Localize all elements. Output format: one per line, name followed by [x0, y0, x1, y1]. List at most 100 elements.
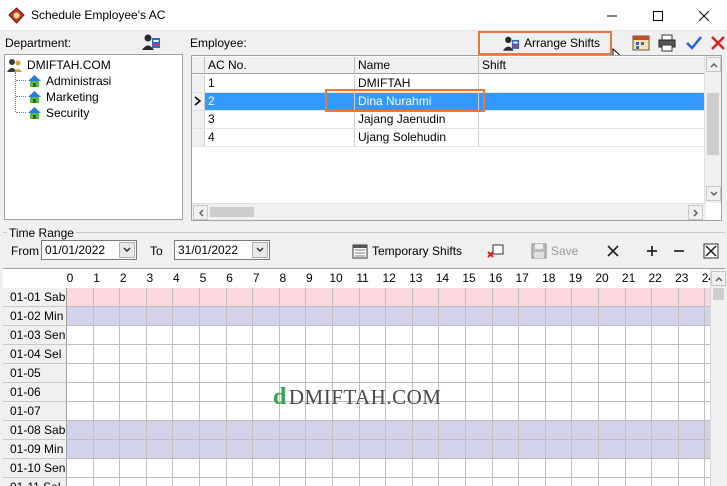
schedule-cell[interactable]	[572, 307, 599, 326]
schedule-cell[interactable]	[173, 421, 200, 440]
schedule-cell[interactable]	[67, 307, 94, 326]
schedule-cell[interactable]	[679, 288, 706, 307]
schedule-icon[interactable]	[632, 34, 650, 52]
column-header-ac-no[interactable]: AC No.	[205, 57, 355, 74]
schedule-cell[interactable]	[253, 459, 280, 478]
schedule-cell[interactable]	[386, 364, 413, 383]
schedule-cell[interactable]	[386, 345, 413, 364]
schedule-cell[interactable]	[413, 345, 440, 364]
schedule-row[interactable]: 01-02 Min	[3, 307, 710, 326]
clear-all-button[interactable]	[703, 242, 719, 260]
schedule-cells[interactable]	[67, 478, 710, 486]
schedule-cells[interactable]	[67, 307, 710, 326]
printer-icon[interactable]	[658, 34, 676, 52]
schedule-cell[interactable]	[572, 440, 599, 459]
schedule-cell[interactable]	[227, 440, 254, 459]
schedule-cell[interactable]	[227, 421, 254, 440]
schedule-cell[interactable]	[439, 459, 466, 478]
schedule-cell[interactable]	[546, 440, 573, 459]
schedule-cell[interactable]	[599, 459, 626, 478]
schedule-cell[interactable]	[94, 364, 121, 383]
schedule-cell[interactable]	[147, 345, 174, 364]
schedule-row[interactable]: 01-09 Min	[3, 440, 710, 459]
schedule-cell[interactable]	[120, 307, 147, 326]
scroll-down-button[interactable]	[706, 186, 721, 201]
schedule-cell[interactable]	[679, 383, 706, 402]
scroll-left-button[interactable]	[193, 205, 208, 220]
schedule-cell[interactable]	[280, 364, 307, 383]
schedule-cell[interactable]	[546, 459, 573, 478]
schedule-cell[interactable]	[439, 440, 466, 459]
schedule-cell[interactable]	[360, 440, 387, 459]
schedule-cell[interactable]	[413, 478, 440, 486]
schedule-cell[interactable]	[572, 326, 599, 345]
schedule-cell[interactable]	[227, 326, 254, 345]
clear-button[interactable]	[606, 242, 620, 260]
schedule-cell[interactable]	[200, 364, 227, 383]
schedule-cell[interactable]	[94, 402, 121, 421]
schedule-cell[interactable]	[306, 364, 333, 383]
schedule-cell[interactable]	[280, 307, 307, 326]
schedule-cell[interactable]	[200, 345, 227, 364]
schedule-cell[interactable]	[626, 364, 653, 383]
schedule-cell[interactable]	[386, 459, 413, 478]
column-header-shift[interactable]: Shift	[479, 57, 705, 74]
schedule-cell[interactable]	[173, 440, 200, 459]
schedule-cell[interactable]	[466, 326, 493, 345]
schedule-cell[interactable]	[200, 478, 227, 486]
schedule-cell[interactable]	[333, 307, 360, 326]
schedule-cell[interactable]	[227, 478, 254, 486]
from-dropdown-button[interactable]	[119, 242, 135, 258]
schedule-cell[interactable]	[147, 307, 174, 326]
schedule-cell[interactable]	[386, 326, 413, 345]
schedule-cell[interactable]	[120, 326, 147, 345]
schedule-cell[interactable]	[679, 364, 706, 383]
schedule-cell[interactable]	[413, 307, 440, 326]
schedule-cell[interactable]	[493, 459, 520, 478]
schedule-cell[interactable]	[493, 364, 520, 383]
schedule-cell[interactable]	[67, 402, 94, 421]
schedule-cell[interactable]	[493, 307, 520, 326]
schedule-cell[interactable]	[306, 440, 333, 459]
schedule-cell[interactable]	[147, 383, 174, 402]
schedule-cell[interactable]	[253, 326, 280, 345]
schedule-cell[interactable]	[360, 307, 387, 326]
schedule-cell[interactable]	[599, 288, 626, 307]
schedule-cell[interactable]	[280, 440, 307, 459]
schedule-cell[interactable]	[173, 459, 200, 478]
column-header-name[interactable]: Name	[355, 57, 479, 74]
schedule-cell[interactable]	[679, 440, 706, 459]
schedule-cell[interactable]	[519, 421, 546, 440]
schedule-cell[interactable]	[413, 364, 440, 383]
schedule-cell[interactable]	[466, 345, 493, 364]
schedule-cell[interactable]	[546, 478, 573, 486]
schedule-row[interactable]: 01-08 Sab	[3, 421, 710, 440]
schedule-cell[interactable]	[67, 478, 94, 486]
schedule-cell[interactable]	[67, 459, 94, 478]
schedule-cell[interactable]	[572, 478, 599, 486]
schedule-cell[interactable]	[253, 345, 280, 364]
schedule-cell[interactable]	[227, 364, 254, 383]
schedule-cell[interactable]	[679, 402, 706, 421]
table-row[interactable]: 3 Jajang Jaenudin	[192, 111, 705, 129]
from-date-picker[interactable]: 01/01/2022	[41, 240, 137, 260]
schedule-cell[interactable]	[227, 345, 254, 364]
tree-item-marketing[interactable]: Marketing	[27, 89, 99, 105]
schedule-cell[interactable]	[306, 345, 333, 364]
schedule-cell[interactable]	[67, 364, 94, 383]
schedule-cells[interactable]	[67, 364, 710, 383]
schedule-cell[interactable]	[546, 326, 573, 345]
schedule-cell[interactable]	[493, 326, 520, 345]
schedule-cell[interactable]	[439, 383, 466, 402]
tree-item-administrasi[interactable]: Administrasi	[27, 73, 111, 89]
schedule-cell[interactable]	[652, 459, 679, 478]
schedule-cells[interactable]	[67, 440, 710, 459]
schedule-cell[interactable]	[652, 421, 679, 440]
close-button[interactable]	[681, 0, 727, 31]
schedule-cell[interactable]	[253, 421, 280, 440]
schedule-cell[interactable]	[519, 326, 546, 345]
to-date-picker[interactable]: 31/01/2022	[174, 240, 270, 260]
schedule-cell[interactable]	[466, 478, 493, 486]
schedule-cell[interactable]	[572, 421, 599, 440]
schedule-cell[interactable]	[94, 326, 121, 345]
